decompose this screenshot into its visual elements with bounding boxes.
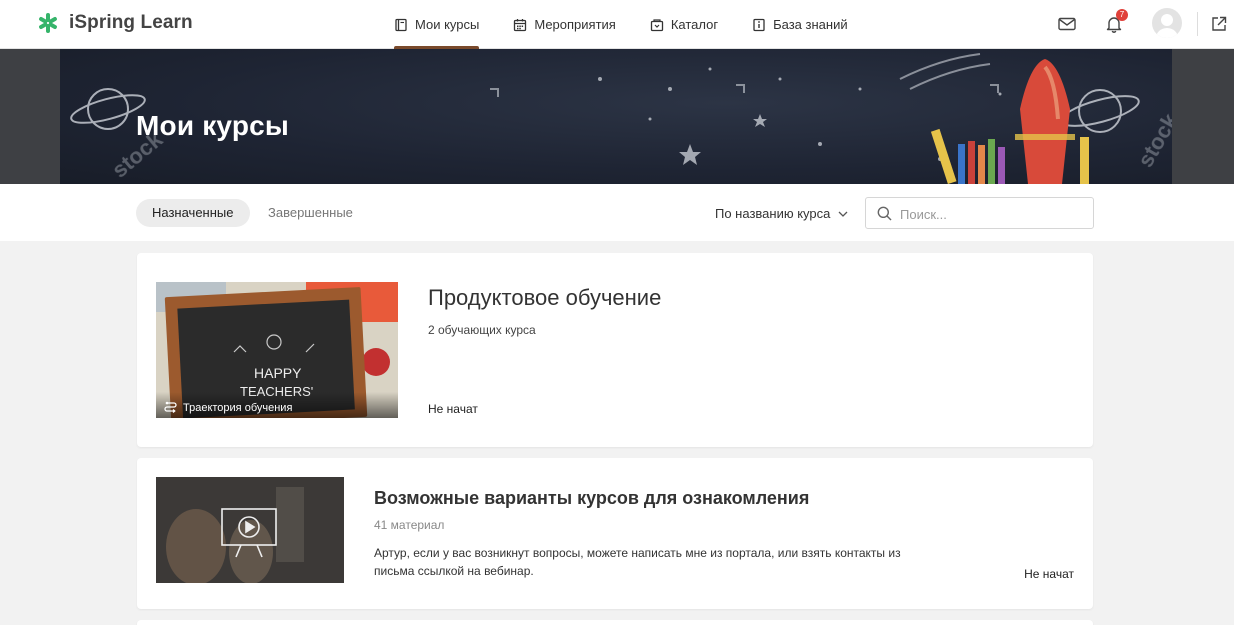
nav-item-label: Мои курсы — [415, 17, 480, 32]
logo-text: iSpring Learn — [69, 12, 193, 33]
course-title[interactable]: Возможные варианты курсов для ознакомлен… — [374, 488, 809, 509]
course-meta: 41 материал — [374, 518, 445, 532]
svg-text:HAPPY: HAPPY — [254, 365, 302, 381]
external-link-icon[interactable] — [1209, 14, 1229, 34]
search-icon — [877, 206, 892, 221]
mail-icon[interactable] — [1057, 14, 1077, 34]
avatar[interactable] — [1152, 8, 1182, 38]
nav-item-label: База знаний — [773, 17, 848, 32]
tab-assigned[interactable]: Назначенные — [136, 199, 250, 227]
course-thumbnail — [156, 477, 344, 583]
main-nav: Мои курсы Мероприятия Каталог База знани… — [394, 0, 882, 49]
catalog-icon — [650, 18, 663, 31]
course-description: Артур, если у вас возникнут вопросы, мож… — [374, 546, 901, 578]
user-silhouette-icon — [1156, 14, 1178, 38]
course-meta: 2 обучающих курса — [428, 323, 536, 337]
course-title[interactable]: Продуктовое обучение — [428, 285, 661, 311]
route-icon — [164, 401, 177, 413]
notification-badge: 7 — [1116, 9, 1128, 21]
calendar-icon — [514, 18, 527, 31]
sort-label: По названию курса — [715, 206, 831, 221]
banner: stock stock Мои курсы — [60, 49, 1172, 184]
sort-dropdown[interactable]: По названию курса — [715, 206, 848, 221]
nav-item-catalog[interactable]: Каталог — [650, 0, 718, 49]
thumb-label-text: Траектория обучения — [183, 401, 293, 414]
course-card[interactable]: Возможные варианты курсов для ознакомлен… — [137, 458, 1093, 609]
tab-completed[interactable]: Завершенные — [252, 199, 369, 227]
video-thumbnail-image — [156, 477, 344, 583]
search-input[interactable] — [900, 204, 1080, 224]
ispring-logo-icon — [36, 11, 60, 35]
course-thumbnail: HAPPY TEACHERS' Траектория обучения — [156, 282, 398, 418]
nav-item-label: Мероприятия — [534, 17, 616, 32]
learning-path-label: Траектория обучения — [164, 401, 292, 414]
course-card[interactable]: HAPPY TEACHERS' Траектория обучения Прод… — [137, 253, 1093, 447]
nav-item-knowledge-base[interactable]: База знаний — [752, 0, 848, 49]
filter-bar: Назначенные Завершенные По названию курс… — [0, 184, 1234, 241]
nav-item-my-courses[interactable]: Мои курсы — [394, 0, 480, 49]
search-box — [865, 197, 1094, 229]
course-status: Не начат — [428, 402, 478, 416]
nav-item-events[interactable]: Мероприятия — [513, 0, 616, 49]
course-card[interactable] — [137, 620, 1093, 625]
logo[interactable]: iSpring Learn — [36, 11, 193, 35]
chevron-down-icon — [838, 211, 848, 217]
svg-text:stock: stock — [1133, 109, 1172, 172]
knowledge-icon — [753, 18, 765, 31]
header-divider — [1197, 12, 1198, 36]
nav-item-label: Каталог — [670, 17, 719, 32]
course-status: Не начат — [1024, 567, 1074, 581]
top-bar: iSpring Learn Мои курсы Мероприятия Ката… — [0, 0, 1234, 49]
page-title: Мои курсы — [136, 110, 290, 141]
book-icon — [395, 18, 407, 31]
